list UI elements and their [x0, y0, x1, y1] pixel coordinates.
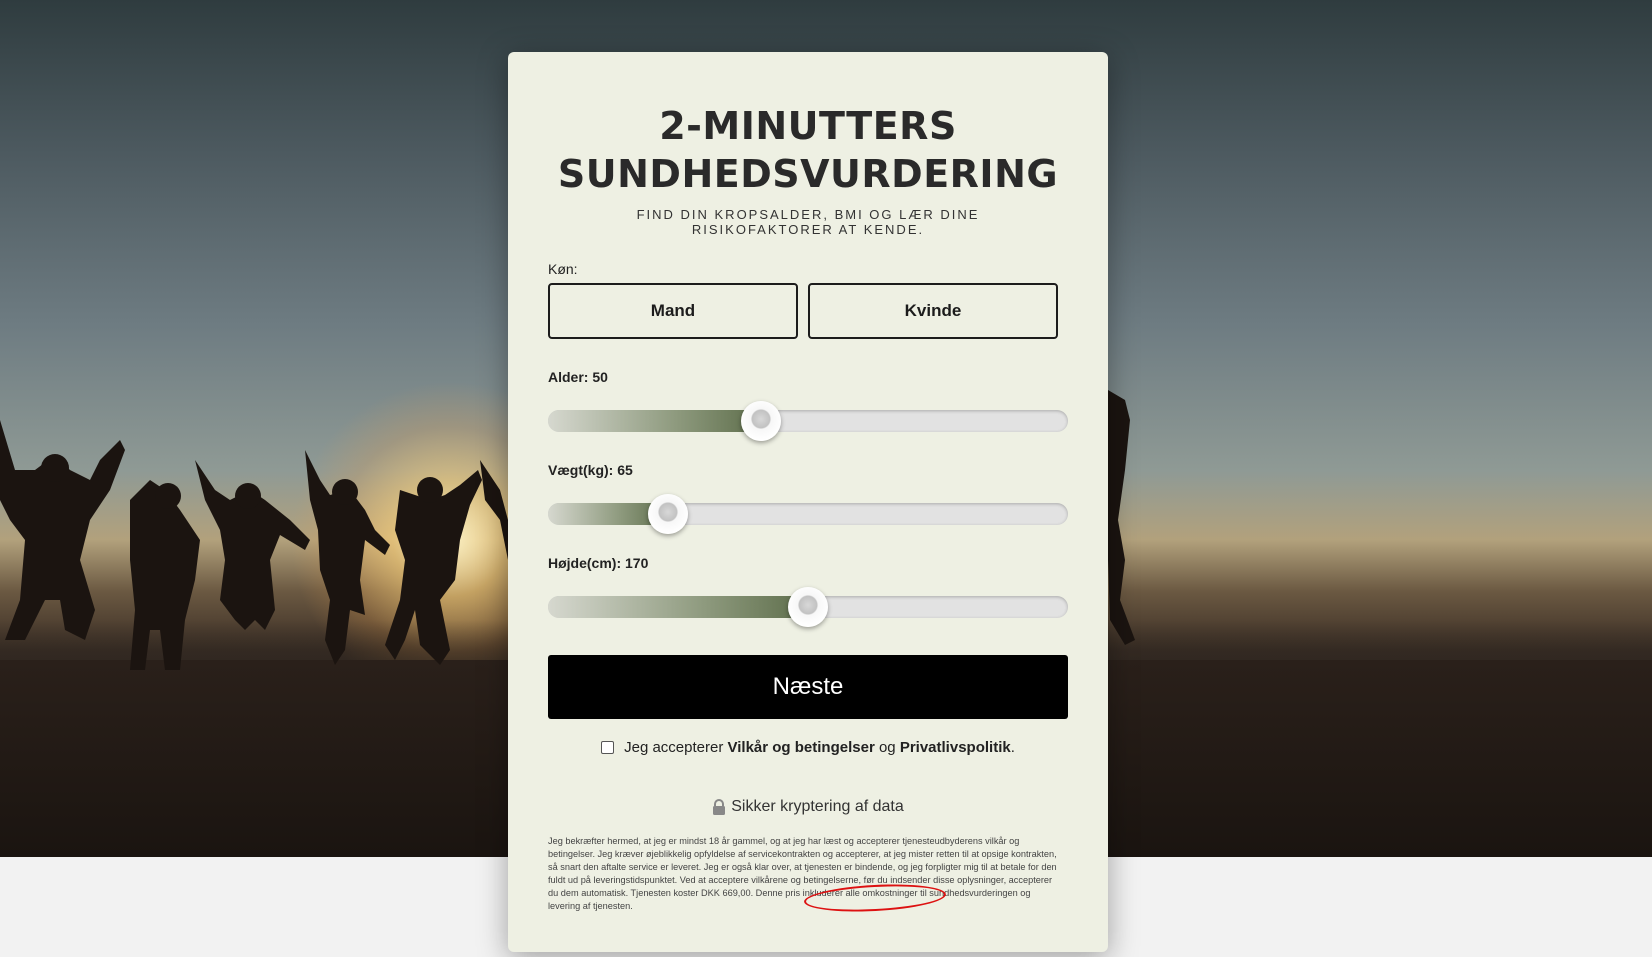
weight-label-text: Vægt(kg): [548, 462, 614, 478]
page-subtitle: FIND DIN KROPSALDER, BMI OG LÆR DINE RIS… [636, 207, 980, 237]
secure-notice: Sikker kryptering af data [508, 798, 1108, 816]
privacy-link[interactable]: Privatlivspolitik [900, 739, 1011, 756]
page-title: 2-MINUTTERS SUNDHEDSVURDERING [508, 102, 1108, 198]
height-label-text: Højde(cm): [548, 555, 622, 571]
age-label-text: Alder: [548, 369, 589, 385]
health-assessment-card: 2-MINUTTERS SUNDHEDSVURDERING FIND DIN K… [508, 52, 1108, 952]
terms-link[interactable]: Vilkår og betingelser [728, 739, 875, 756]
height-value: 170 [625, 555, 649, 571]
terms-row: Jeg accepterer Vilkår og betingelser og … [508, 739, 1108, 756]
terms-conjunction: og [878, 739, 896, 756]
secure-text: Sikker kryptering af data [731, 798, 904, 815]
gender-label: Køn: [548, 261, 578, 277]
title-line-1: 2-MINUTTERS [659, 104, 957, 148]
age-slider[interactable] [548, 401, 1068, 441]
weight-slider-thumb[interactable] [647, 494, 688, 534]
age-slider-fill [548, 410, 762, 432]
title-line-2: SUNDHEDSVURDERING [557, 152, 1059, 196]
height-label: Højde(cm): 170 [548, 555, 648, 571]
weight-label: Vægt(kg): 65 [548, 462, 633, 478]
age-slider-thumb[interactable] [741, 401, 782, 441]
age-value: 50 [592, 369, 608, 385]
gender-male-button[interactable]: Mand [548, 283, 798, 339]
terms-suffix: . [1010, 739, 1015, 756]
height-slider[interactable] [548, 587, 1068, 627]
lock-icon [713, 799, 726, 815]
weight-value: 65 [617, 462, 633, 478]
terms-prefix: Jeg accepterer [624, 739, 724, 756]
height-slider-fill [548, 596, 808, 618]
next-button[interactable]: Næste [548, 655, 1068, 719]
weight-slider[interactable] [548, 494, 1068, 534]
age-label: Alder: 50 [548, 369, 608, 385]
gender-female-button[interactable]: Kvinde [808, 283, 1058, 339]
terms-checkbox[interactable] [601, 741, 615, 754]
height-slider-thumb[interactable] [788, 587, 828, 627]
